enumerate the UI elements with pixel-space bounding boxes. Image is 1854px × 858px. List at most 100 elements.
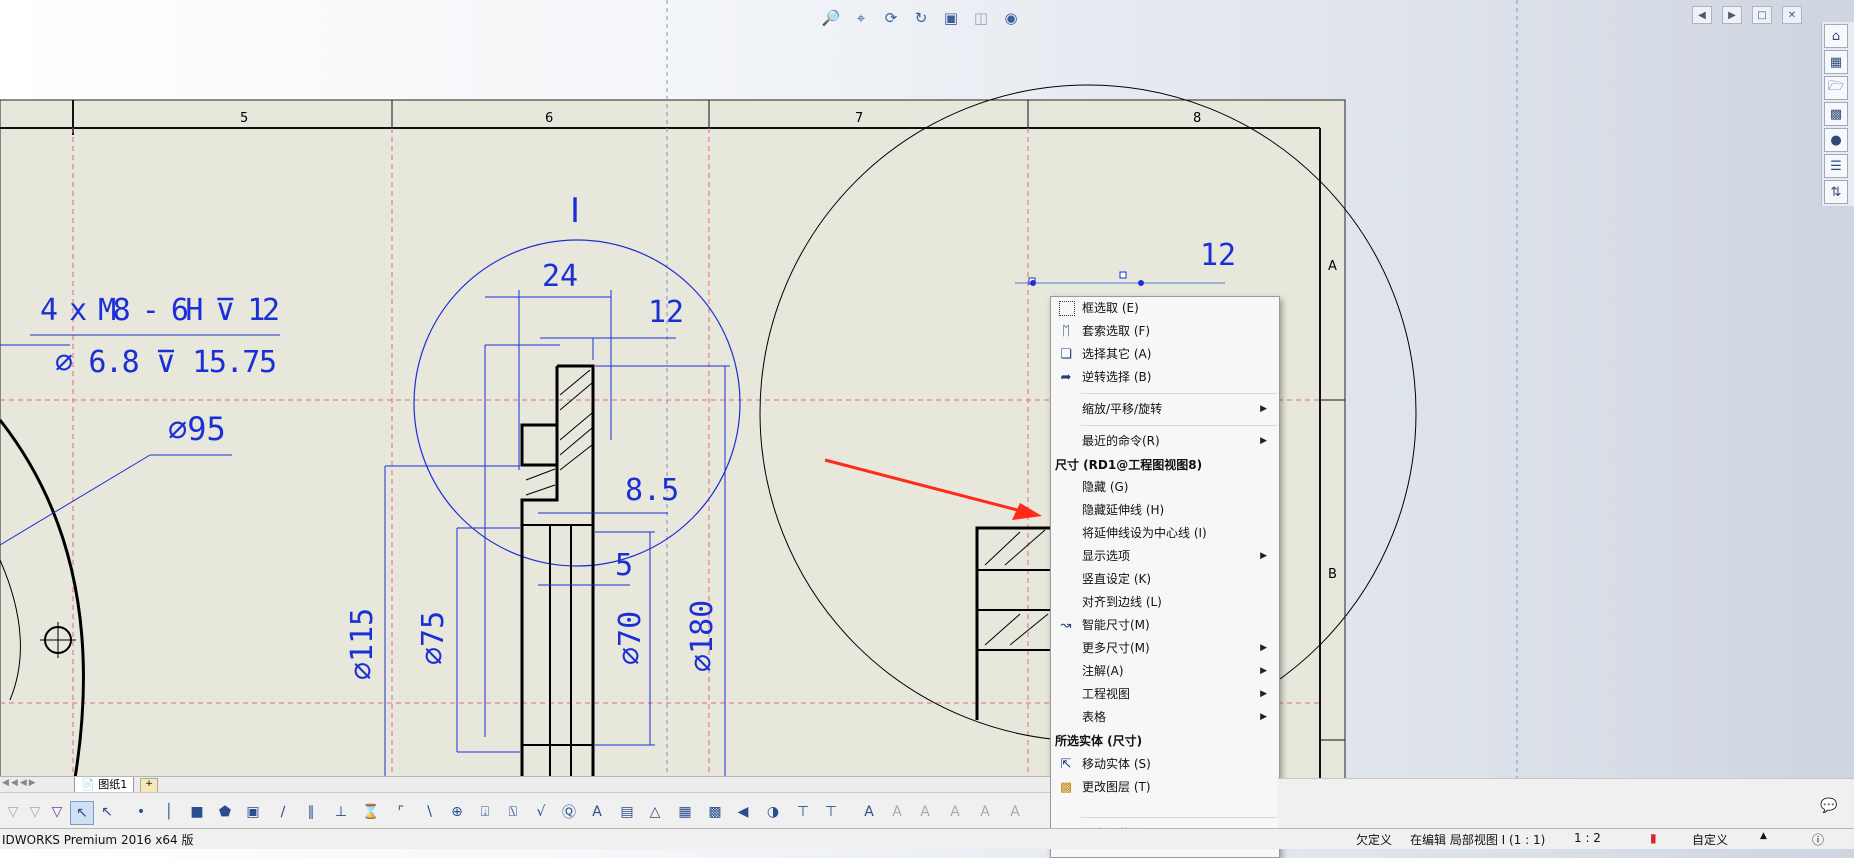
- menu-smart-dimension[interactable]: ↝ 智能尺寸(M): [1051, 614, 1279, 637]
- menu-lasso-select[interactable]: ᛖ 套索选取 (F): [1051, 320, 1279, 343]
- window-restore-left-icon[interactable]: ◀: [1692, 6, 1712, 24]
- previous-view-icon[interactable]: ⟳: [880, 7, 902, 29]
- document-window-controls: ◀ ▶ □ ✕: [1692, 6, 1802, 24]
- select-tool-icon[interactable]: ↖: [70, 801, 94, 825]
- center-mark-icon[interactable]: ⊕: [446, 801, 468, 823]
- point-icon[interactable]: •: [130, 801, 152, 823]
- format-e-icon[interactable]: A: [1004, 801, 1026, 823]
- datum-icon[interactable]: ⍗: [474, 801, 496, 823]
- window-close-icon[interactable]: ✕: [1782, 6, 1802, 24]
- balloon-icon[interactable]: Ⓠ: [558, 801, 580, 823]
- drawing-canvas[interactable]: 5 6 7 8 A B I 4 x M8 - 6H ⊽ 12 ⌀ 6.8 ⊽ 1…: [0, 0, 1829, 778]
- menu-change-layer[interactable]: ▩ 更改图层 (T): [1051, 776, 1279, 799]
- submenu-arrow-icon: ▶: [1260, 436, 1267, 446]
- design-library-icon[interactable]: ▦: [1824, 50, 1848, 74]
- help-icon[interactable]: ⓘ: [1812, 831, 1824, 848]
- rotate-icon[interactable]: ↻: [910, 7, 932, 29]
- window-maximize-icon[interactable]: □: [1752, 6, 1772, 24]
- quick-tips-icon[interactable]: 💬: [1818, 795, 1840, 817]
- select-filter-icon[interactable]: ↖: [96, 801, 118, 823]
- status-units[interactable]: 自定义: [1692, 831, 1728, 848]
- display-style-icon[interactable]: ◫: [970, 7, 992, 29]
- filter-edges-icon[interactable]: ▽: [24, 801, 46, 823]
- gtol-icon[interactable]: ◀: [732, 801, 754, 823]
- menu-zoom-pan-rotate[interactable]: 缩放/平移/旋转 ▶: [1051, 398, 1279, 421]
- menu-tables[interactable]: 表格 ▶: [1051, 706, 1279, 729]
- submenu-arrow-icon: ▶: [1260, 712, 1267, 722]
- block-icon[interactable]: ▩: [704, 801, 726, 823]
- hole-callout-line1: 4 x M8 - 6H ⊽ 12: [40, 293, 280, 328]
- filter-icon[interactable]: ▽: [2, 801, 24, 823]
- menu-label: 智能尺寸(M): [1082, 618, 1150, 632]
- home-icon[interactable]: ⌂: [1824, 24, 1848, 48]
- menu-hide[interactable]: 隐藏 (G): [1051, 476, 1279, 499]
- line-icon[interactable]: │: [158, 801, 180, 823]
- dim-12b: 12: [1200, 238, 1236, 273]
- surface-finish-icon[interactable]: √: [530, 801, 552, 823]
- file-explorer-icon[interactable]: 🗁: [1824, 76, 1848, 100]
- menu-invert-select[interactable]: ➦ 逆转选择 (B): [1051, 366, 1279, 389]
- menu-move-entity[interactable]: ⇱ 移动实体 (S): [1051, 753, 1279, 776]
- window-restore-right-icon[interactable]: ▶: [1722, 6, 1742, 24]
- zoom-fit-icon[interactable]: 🔎: [820, 7, 842, 29]
- format-b-icon[interactable]: A: [914, 801, 936, 823]
- section-view-icon[interactable]: ▣: [940, 7, 962, 29]
- centerline-icon[interactable]: ⊤: [792, 801, 814, 823]
- hide-show-icon[interactable]: ◉: [1000, 7, 1022, 29]
- weld-icon[interactable]: ⍂: [502, 801, 524, 823]
- symmetric-icon[interactable]: ⊤: [820, 801, 842, 823]
- menu-hide-extension-lines[interactable]: 隐藏延伸线 (H): [1051, 499, 1279, 522]
- menu-box-select[interactable]: 框选取 (E): [1051, 297, 1279, 320]
- status-scale[interactable]: 1 : 2: [1574, 831, 1601, 845]
- rectangle-icon[interactable]: ■: [186, 801, 208, 823]
- zoom-area-icon[interactable]: ⌖: [850, 7, 872, 29]
- hole-callout-line2: ⌀ 6.8 ⊽ 15.75: [55, 345, 277, 380]
- slope-icon[interactable]: ∖: [418, 801, 440, 823]
- menu-extension-to-centerline[interactable]: 将延伸线设为中心线 (I): [1051, 522, 1279, 545]
- move-entity-icon: ⇱: [1060, 757, 1072, 772]
- construction-line-icon[interactable]: ∕: [272, 801, 294, 823]
- add-sheet-icon[interactable]: +: [140, 778, 158, 793]
- view-palette-icon[interactable]: ▩: [1824, 102, 1848, 126]
- menu-separator: [1081, 817, 1277, 818]
- pie-icon[interactable]: ◑: [762, 801, 784, 823]
- format-a-icon[interactable]: A: [886, 801, 908, 823]
- menu-select-other[interactable]: ❏ 选择其它 (A): [1051, 343, 1279, 366]
- format-d-icon[interactable]: A: [974, 801, 996, 823]
- cube-icon[interactable]: ▣: [242, 801, 264, 823]
- tangent-icon[interactable]: ⌛: [360, 801, 382, 823]
- dim-dia70: ⌀70: [613, 611, 648, 665]
- rebuild-icon[interactable]: ▮: [1650, 831, 1657, 845]
- menu-display-options[interactable]: 显示选项 ▶: [1051, 545, 1279, 568]
- menu-annotations[interactable]: 注解(A) ▶: [1051, 660, 1279, 683]
- filter-faces-icon[interactable]: ▽: [46, 801, 68, 823]
- format-text-icon[interactable]: A: [858, 801, 880, 823]
- perpendicular-icon[interactable]: ⊥: [330, 801, 352, 823]
- menu-vertical-setting[interactable]: 竖直设定 (K): [1051, 568, 1279, 591]
- table-icon[interactable]: ▦: [674, 801, 696, 823]
- format-c-icon[interactable]: A: [944, 801, 966, 823]
- polygon-icon[interactable]: ⬟: [214, 801, 236, 823]
- parallel-icon[interactable]: ∥: [300, 801, 322, 823]
- menu-more-dimensions[interactable]: 更多尺寸(M) ▶: [1051, 637, 1279, 660]
- sheet-scroll-arrows-icon[interactable]: ◀◀◀▶: [2, 778, 38, 788]
- corner-icon[interactable]: ⌜: [390, 801, 412, 823]
- units-dropdown-icon[interactable]: ▲: [1760, 831, 1767, 841]
- revision-icon[interactable]: △: [644, 801, 666, 823]
- custom-properties-icon[interactable]: ☰: [1824, 154, 1848, 178]
- menu-drawing-views[interactable]: 工程视图 ▶: [1051, 683, 1279, 706]
- menu-label: 将延伸线设为中心线 (I): [1082, 526, 1207, 540]
- appearances-icon[interactable]: ●: [1824, 128, 1848, 152]
- menu-separator: [1081, 425, 1277, 426]
- graphics-area[interactable]: 5 6 7 8 A B I 4 x M8 - 6H ⊽ 12 ⌀ 6.8 ⊽ 1…: [0, 0, 1829, 778]
- dim-dia115: ⌀115: [345, 608, 380, 680]
- solidworks-resources-icon[interactable]: ⇅: [1824, 180, 1848, 204]
- menu-align-to-edge[interactable]: 对齐到边线 (L): [1051, 591, 1279, 614]
- box-select-icon: [1059, 301, 1075, 316]
- menu-dimension-header: 尺寸 (RD1@工程图视图8): [1055, 458, 1203, 472]
- note-icon[interactable]: A: [586, 801, 608, 823]
- menu-label: 对齐到边线 (L): [1082, 595, 1162, 609]
- hatch-icon[interactable]: ▤: [616, 801, 638, 823]
- menu-recent-commands[interactable]: 最近的命令(R) ▶: [1051, 430, 1279, 453]
- sheet-tab-1[interactable]: 📄 图纸1: [74, 777, 135, 793]
